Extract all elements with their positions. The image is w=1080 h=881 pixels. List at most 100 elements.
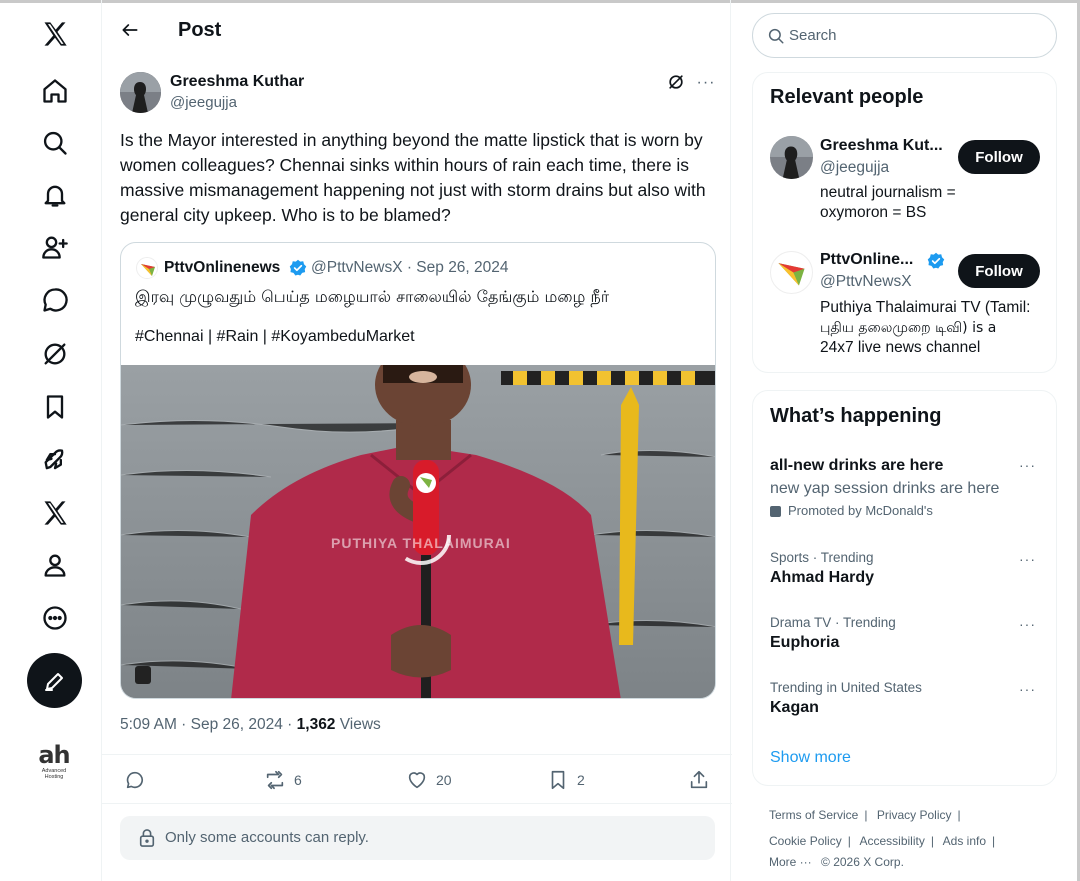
quoted-post[interactable]: PttvOnlinenews @PttvNewsX · Sep 26, 2024… bbox=[120, 242, 716, 699]
post-timestamp[interactable]: 5:09 AM · Sep 26, 2024 · 1,362 Views bbox=[120, 716, 381, 734]
heart-icon bbox=[408, 772, 426, 789]
relevant-bio-1-line2: oxymoron = BS bbox=[820, 204, 927, 221]
trend-name: Ahmad Hardy bbox=[770, 569, 875, 586]
relevant-handle-2[interactable]: @PttvNewsX bbox=[820, 273, 912, 291]
trend-item[interactable]: Sports · Trending Ahmad Hardy bbox=[770, 549, 1040, 589]
relevant-bio-1: neutral journalism = oxymoron = BS bbox=[820, 183, 956, 223]
trend-more-icon[interactable]: ··· bbox=[1019, 616, 1036, 632]
more-circle-icon[interactable] bbox=[27, 594, 83, 642]
quoted-video[interactable]: PUTHIYA THALAIMURAI bbox=[121, 365, 715, 698]
repost-count: 6 bbox=[294, 772, 302, 788]
footer-separator: | bbox=[930, 834, 934, 848]
video-watermark: PUTHIYA THALAIMURAI bbox=[331, 535, 511, 551]
accessibility-link[interactable]: Accessibility bbox=[860, 834, 925, 848]
privacy-link[interactable]: Privacy Policy bbox=[877, 808, 952, 822]
premium-x-icon[interactable] bbox=[27, 489, 83, 537]
x-logo-icon[interactable] bbox=[27, 10, 83, 58]
repost-icon bbox=[266, 770, 284, 790]
author-avatar[interactable] bbox=[120, 72, 161, 113]
reply-button[interactable] bbox=[124, 767, 146, 793]
follow-button-1[interactable]: Follow bbox=[958, 140, 1040, 174]
grok-explain-icon[interactable] bbox=[666, 72, 688, 94]
post-text: Is the Mayor interested in anything beyo… bbox=[120, 130, 706, 225]
trend-more-icon[interactable]: ··· bbox=[1019, 551, 1036, 567]
author-handle[interactable]: @jeegujja bbox=[170, 94, 237, 111]
ah-logo-sub2: Hosting bbox=[44, 774, 64, 780]
promoted-icon bbox=[770, 505, 781, 517]
compose-feather-icon bbox=[44, 672, 63, 691]
post-header: Post bbox=[102, 0, 732, 60]
share-button[interactable] bbox=[688, 767, 710, 793]
compose-post-button[interactable] bbox=[27, 653, 82, 708]
reply-icon bbox=[126, 771, 144, 789]
views-count: 1,362 bbox=[296, 716, 336, 733]
follow-people-icon[interactable] bbox=[27, 223, 83, 271]
search-icon bbox=[768, 28, 784, 44]
relevant-avatar-1[interactable] bbox=[770, 136, 813, 179]
cookie-link[interactable]: Cookie Policy bbox=[769, 834, 842, 848]
reply-notice-text: Only some accounts can reply. bbox=[165, 829, 369, 846]
video-frame-illustration bbox=[121, 365, 715, 698]
verified-badge-icon bbox=[289, 259, 307, 277]
footer-separator: | bbox=[847, 834, 851, 848]
page-title: Post bbox=[178, 19, 222, 41]
repost-button[interactable]: 6 bbox=[264, 767, 302, 793]
post-actions-bar: 6 20 2 bbox=[102, 754, 732, 804]
bookmark-count: 2 bbox=[577, 772, 585, 788]
quoted-author-name: PttvOnlinenews bbox=[164, 259, 281, 276]
like-button[interactable]: 20 bbox=[406, 767, 452, 793]
notifications-bell-icon[interactable] bbox=[27, 171, 83, 219]
trend-item[interactable]: Drama TV · Trending Euphoria bbox=[770, 614, 1040, 654]
messages-bubble-icon[interactable] bbox=[27, 276, 83, 324]
promoted-trend[interactable]: all-new drinks are here new yap session … bbox=[770, 455, 1040, 521]
promo-description: new yap session drinks are here bbox=[770, 480, 1000, 497]
advanced-hosting-logo[interactable]: ah Advanced Hosting bbox=[36, 742, 72, 780]
footer-separator: | bbox=[864, 808, 868, 822]
trend-item[interactable]: Trending in United States Kagan bbox=[770, 679, 1040, 719]
video-gif-icon[interactable] bbox=[135, 666, 151, 684]
relevant-handle-1[interactable]: @jeegujja bbox=[820, 159, 889, 177]
bookmark-button[interactable]: 2 bbox=[547, 767, 585, 793]
search-icon[interactable] bbox=[27, 119, 83, 167]
back-arrow-button[interactable] bbox=[114, 14, 146, 46]
relevant-bio-2-line3: 24x7 live news channel bbox=[820, 339, 981, 356]
relevant-people-card: Relevant people Greeshma Kut... @jeegujj… bbox=[752, 72, 1057, 373]
relevant-name-1[interactable]: Greeshma Kut... bbox=[820, 137, 943, 155]
ah-logo-text: ah bbox=[38, 741, 70, 769]
trend-name: Euphoria bbox=[770, 634, 840, 651]
trend-more-icon[interactable]: ··· bbox=[1019, 681, 1036, 697]
trend-meta: Trending in United States bbox=[770, 680, 922, 695]
copyright-text: © 2026 X Corp. bbox=[821, 855, 904, 869]
home-icon[interactable] bbox=[27, 67, 83, 115]
left-nav: ah Advanced Hosting bbox=[0, 0, 100, 881]
follow-button-2[interactable]: Follow bbox=[958, 254, 1040, 288]
whats-happening-card: What’s happening all-new drinks are here… bbox=[752, 390, 1057, 786]
search-placeholder: Search bbox=[789, 27, 837, 44]
bookmarks-icon[interactable] bbox=[27, 383, 83, 431]
trend-more-icon[interactable]: ··· bbox=[1019, 457, 1036, 473]
search-field[interactable]: Search bbox=[752, 13, 1057, 58]
relevant-name-2[interactable]: PttvOnline... bbox=[820, 251, 913, 269]
relevant-bio-2-line2: புதிய தலைமுறை டிவி) is a bbox=[820, 320, 997, 336]
trend-name: Kagan bbox=[770, 699, 819, 716]
share-icon bbox=[690, 770, 708, 789]
profile-icon[interactable] bbox=[27, 541, 83, 589]
footer-more-link[interactable]: More ··· bbox=[769, 855, 812, 869]
relevant-bio-1-line1: neutral journalism = bbox=[820, 184, 956, 201]
quoted-hashtags[interactable]: #Chennai | #Rain | #KoyambeduMarket bbox=[135, 328, 415, 346]
author-name[interactable]: Greeshma Kuthar bbox=[170, 73, 304, 91]
lock-icon bbox=[139, 829, 155, 847]
promoted-by-text: Promoted by McDonald's bbox=[788, 503, 933, 518]
main-column: Post Greeshma Kuthar @jeegujja ··· Is th… bbox=[101, 0, 732, 881]
grok-icon[interactable] bbox=[27, 330, 83, 378]
whats-happening-title: What’s happening bbox=[770, 405, 942, 427]
promoted-by: Promoted by McDonald's bbox=[770, 501, 1040, 521]
like-count: 20 bbox=[436, 772, 452, 788]
ads-info-link[interactable]: Ads info bbox=[943, 834, 986, 848]
rocket-icon[interactable] bbox=[27, 436, 83, 484]
show-more-link[interactable]: Show more bbox=[770, 749, 851, 767]
terms-link[interactable]: Terms of Service bbox=[769, 808, 858, 822]
bookmark-icon bbox=[551, 770, 565, 790]
relevant-avatar-2[interactable] bbox=[770, 251, 813, 294]
post-more-icon[interactable]: ··· bbox=[695, 72, 717, 94]
